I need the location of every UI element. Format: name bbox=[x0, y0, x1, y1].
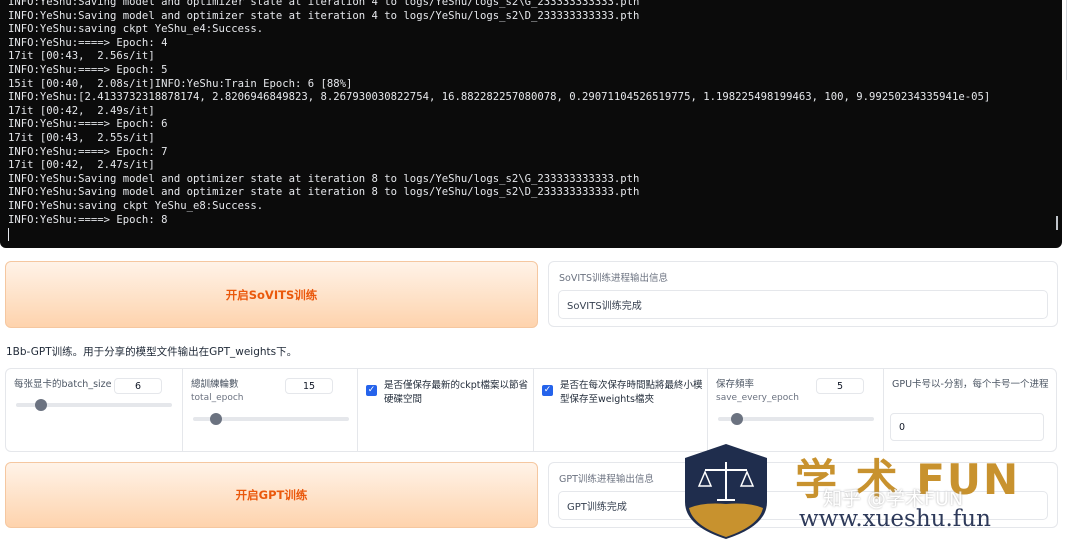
divider bbox=[1066, 0, 1067, 80]
total-epoch-control: 總訓練輪數 total_epoch 15 bbox=[183, 369, 358, 451]
log-line: INFO:YeShu:====> Epoch: 5 bbox=[8, 63, 168, 76]
log-line: 15it [00:40, 2.08s/it]INFO:YeShu:Train E… bbox=[8, 77, 353, 90]
log-lines: INFO:YeShu:Saving model and optimizer st… bbox=[8, 0, 990, 227]
save-every-epoch-input[interactable]: 5 bbox=[816, 378, 864, 394]
save-every-epoch-sublabel: save_every_epoch bbox=[716, 393, 799, 403]
slider-handle[interactable] bbox=[34, 399, 47, 411]
log-line: 17it [00:43, 2.55s/it] bbox=[8, 131, 155, 144]
log-line: INFO:YeShu:====> Epoch: 6 bbox=[8, 118, 168, 131]
text-caret bbox=[8, 228, 9, 241]
log-line: 17it [00:42, 2.49s/it] bbox=[8, 104, 155, 117]
shield-scales-icon bbox=[685, 444, 767, 539]
total-epoch-sublabel: total_epoch bbox=[191, 393, 244, 403]
save-weights-option[interactable]: ✓ 是否在每次保存時間點將最終小模型保存至weights檔夾 bbox=[534, 369, 708, 451]
save-latest-option[interactable]: ✓ 是否僅保存最新的ckpt檔案以節省硬碟空間 bbox=[358, 369, 534, 451]
log-line: INFO:YeShu:Saving model and optimizer st… bbox=[8, 0, 640, 8]
start-sovits-training-button[interactable]: 开启SoVITS训练 bbox=[5, 261, 538, 328]
log-line: INFO:YeShu:saving ckpt YeShu_e4:Success. bbox=[8, 23, 264, 36]
gpu-ids-control: GPU卡号以-分割，每个卡号一个进程 0 bbox=[884, 369, 1056, 451]
terminal-scrollbar[interactable] bbox=[1056, 216, 1058, 230]
total-epoch-label: 總訓練輪數 bbox=[191, 379, 239, 390]
save-latest-label: 是否僅保存最新的ckpt檔案以節省硬碟空間 bbox=[384, 380, 528, 405]
save-weights-checkbox[interactable]: ✓ bbox=[542, 385, 553, 396]
total-epoch-input[interactable]: 15 bbox=[285, 378, 333, 394]
log-line: INFO:YeShu:====> Epoch: 8 bbox=[8, 213, 168, 226]
sovits-output-panel: SoVITS训练进程输出信息 SoVITS训练完成 bbox=[548, 261, 1058, 327]
log-line: INFO:YeShu:Saving model and optimizer st… bbox=[8, 172, 640, 185]
log-line: 17it [00:43, 2.56s/it] bbox=[8, 50, 155, 63]
gpt-output-label: GPT训练进程输出信息 bbox=[559, 474, 654, 485]
save-every-epoch-control: 保存頻率 save_every_epoch 5 bbox=[708, 369, 884, 451]
watermark-url: www.xueshu.fun bbox=[799, 506, 991, 532]
log-line: INFO:YeShu:====> Epoch: 4 bbox=[8, 36, 168, 49]
log-line: INFO:YeShu:Saving model and optimizer st… bbox=[8, 9, 640, 22]
save-every-epoch-slider[interactable] bbox=[718, 413, 874, 425]
sovits-output-label: SoVITS训练进程输出信息 bbox=[559, 273, 668, 284]
xueshu-fun-watermark: 学 术 FUN 知乎 @学术FUN www.xueshu.fun bbox=[683, 442, 1073, 540]
log-line: INFO:YeShu:[2.4133732318878174, 2.820694… bbox=[8, 91, 991, 104]
batch-size-control: 每张显卡的batch_size 6 bbox=[6, 369, 183, 451]
sovits-output-field[interactable]: SoVITS训练完成 bbox=[558, 290, 1048, 319]
log-line: INFO:YeShu:saving ckpt YeShu_e8:Success. bbox=[8, 199, 264, 212]
save-every-epoch-label: 保存頻率 bbox=[716, 379, 755, 390]
slider-handle[interactable] bbox=[730, 413, 743, 425]
gpt-params-row: 每张显卡的batch_size 6 總訓練輪數 total_epoch 15 ✓… bbox=[5, 368, 1057, 452]
total-epoch-slider[interactable] bbox=[193, 413, 349, 425]
training-log-terminal[interactable]: INFO:YeShu:Saving model and optimizer st… bbox=[0, 0, 1062, 248]
gpu-ids-label: GPU卡号以-分割，每个卡号一个进程 bbox=[892, 379, 1049, 390]
log-line: INFO:YeShu:Saving model and optimizer st… bbox=[8, 186, 640, 199]
slider-handle[interactable] bbox=[210, 413, 223, 425]
save-weights-label: 是否在每次保存時間點將最終小模型保存至weights檔夾 bbox=[560, 380, 703, 405]
batch-size-slider[interactable] bbox=[16, 399, 172, 411]
gpt-section-description: 1Bb-GPT训练。用于分享的模型文件输出在GPT_weights下。 bbox=[6, 346, 298, 358]
log-line: INFO:YeShu:====> Epoch: 7 bbox=[8, 145, 168, 158]
save-latest-checkbox[interactable]: ✓ bbox=[366, 385, 377, 396]
batch-size-input[interactable]: 6 bbox=[114, 378, 162, 394]
batch-size-label: 每张显卡的batch_size bbox=[14, 379, 112, 390]
start-gpt-training-button[interactable]: 开启GPT训练 bbox=[5, 462, 538, 528]
log-line: 17it [00:42, 2.47s/it] bbox=[8, 159, 155, 172]
gpu-ids-input[interactable]: 0 bbox=[890, 413, 1044, 441]
